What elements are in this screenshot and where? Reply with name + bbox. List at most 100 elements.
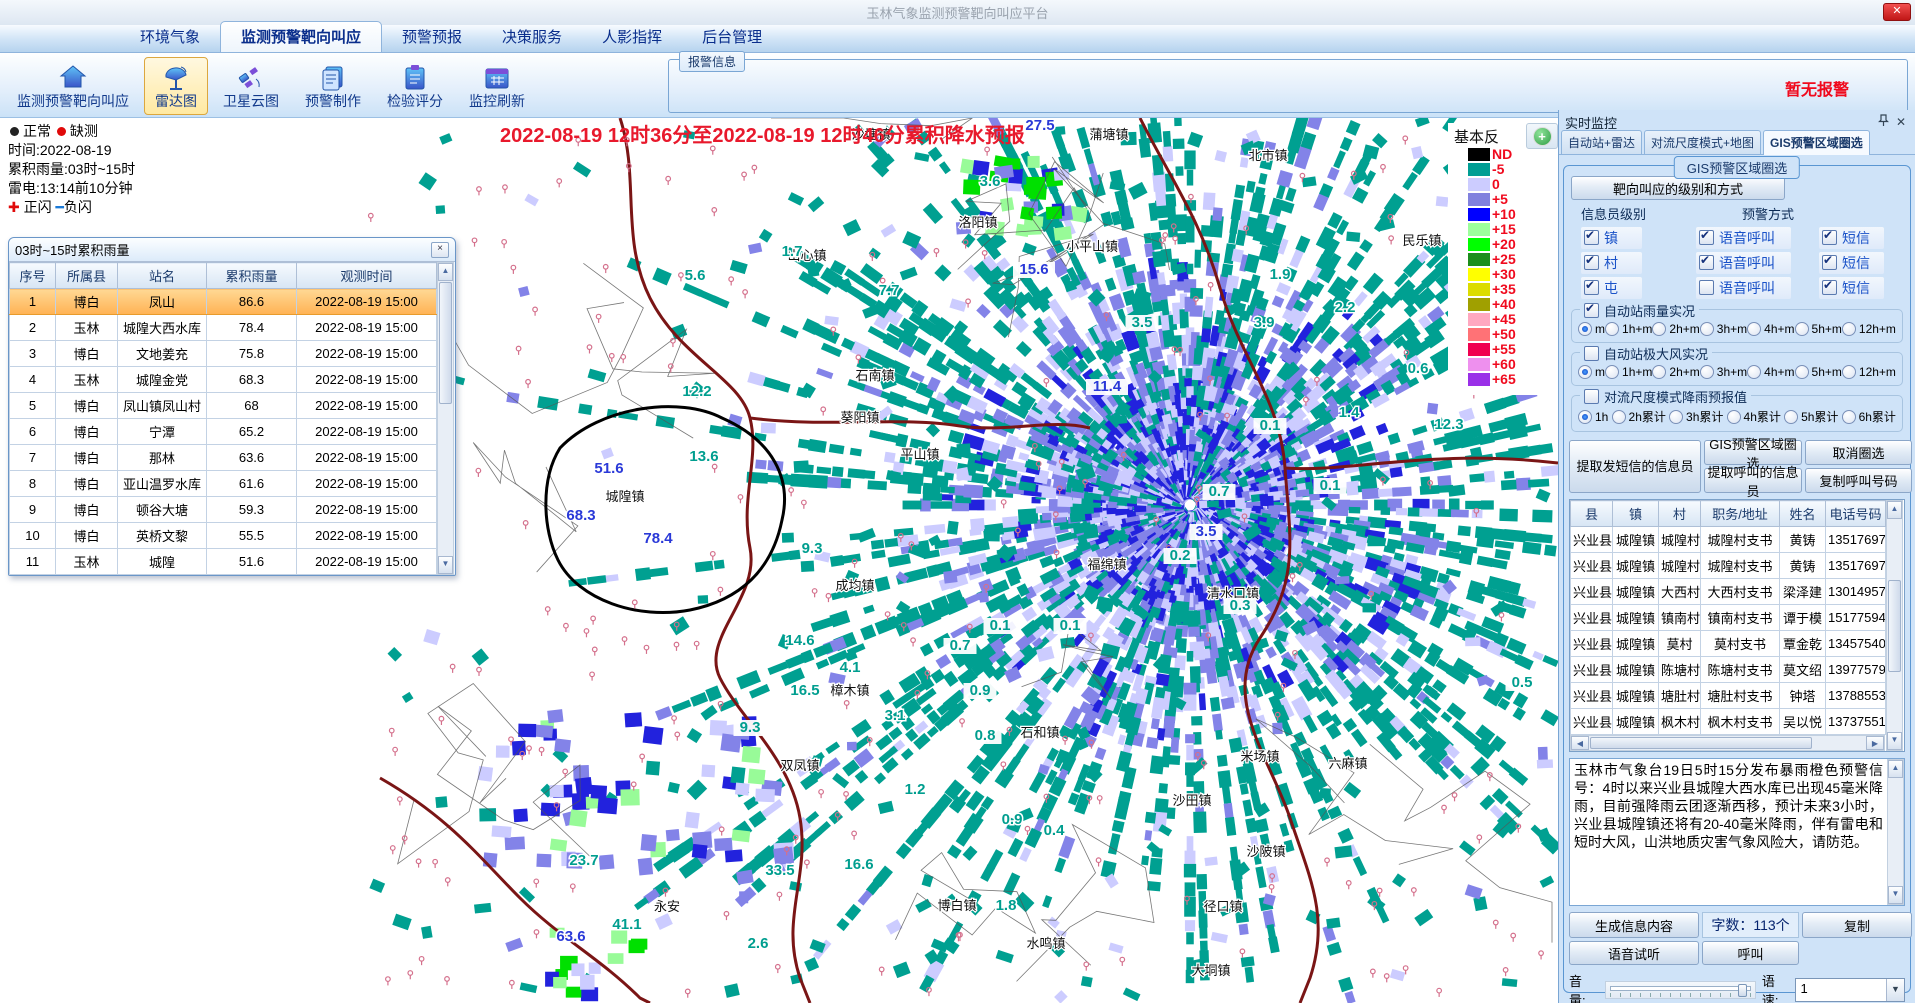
radio-option-2h+m[interactable]: 2h+m [1652, 322, 1699, 336]
call-button[interactable]: 呼叫 [1702, 941, 1799, 965]
menu-tab-预警预报[interactable]: 预警预报 [382, 22, 482, 52]
level-checkbox-屯[interactable]: 屯 [1581, 277, 1642, 299]
panel-tab-对流尺度模式+地图[interactable]: 对流尺度模式+地图 [1644, 130, 1761, 154]
rain-table-row[interactable]: 5博白凤山镇凤山村682022-08-19 15:00 [10, 393, 437, 419]
rain-col-header[interactable]: 序号 [10, 263, 56, 289]
scroll-down-icon[interactable]: ▼ [1887, 732, 1902, 750]
contact-table-row[interactable]: 兴业县城隍镇大西村大西村支书梁泽建1301495711 [1571, 579, 1886, 605]
contact-table-row[interactable]: 兴业县城隍镇城隍村城隍村支书黄铸1351769755 [1571, 527, 1886, 553]
scroll-down-icon[interactable]: ▼ [1888, 886, 1903, 904]
rain-table-row[interactable]: 10博白英桥文黎55.52022-08-19 15:00 [10, 523, 437, 549]
contact-table-row[interactable]: 兴业县城隍镇枫木村枫木村支书吴以悦1373755115 [1571, 709, 1886, 735]
radio-option-2h累计[interactable]: 2h累计 [1612, 408, 1666, 425]
sms-checkbox[interactable]: 短信 [1819, 227, 1884, 249]
menu-tab-决策服务[interactable]: 决策服务 [482, 22, 582, 52]
window-close-button[interactable]: ✕ [1883, 3, 1911, 21]
panel-tab-自动站+雷达[interactable]: 自动站+雷达 [1561, 130, 1642, 154]
radio-option-5h+m[interactable]: 5h+m [1795, 322, 1842, 336]
wind-live-checkbox[interactable] [1584, 346, 1599, 361]
contact-table-hscrollbar[interactable]: ◀ ▶ [1570, 735, 1885, 751]
scroll-left-icon[interactable]: ◀ [1571, 736, 1589, 750]
radio-option-12h+m[interactable]: 12h+m [1842, 365, 1896, 379]
sms-checkbox[interactable]: 短信 [1819, 252, 1884, 274]
menu-tab-后台管理[interactable]: 后台管理 [682, 22, 782, 52]
contact-col-header[interactable]: 电话号码 [1826, 501, 1886, 527]
rain-table-row[interactable]: 2玉林城隍大西水库78.42022-08-19 15:00 [10, 315, 437, 341]
radio-option-1h+m[interactable]: 1h+m [1605, 365, 1652, 379]
toolbar-item-预警制作[interactable]: 预警制作 [294, 57, 372, 115]
contact-table-row[interactable]: 兴业县城隍镇城隍村城隍村支书黄铸1351769755 [1571, 553, 1886, 579]
contact-col-header[interactable]: 镇 [1613, 501, 1659, 527]
scroll-up-icon[interactable]: ▲ [1887, 501, 1902, 519]
rain-table-row[interactable]: 4玉林城隍金党68.32022-08-19 15:00 [10, 367, 437, 393]
radio-option-1h+m[interactable]: 1h+m [1605, 322, 1652, 336]
radio-option-4h+m[interactable]: 4h+m [1747, 365, 1794, 379]
panel-tab-GIS预警区域圈选[interactable]: GIS预警区域圈选 [1763, 130, 1870, 155]
contact-table-row[interactable]: 兴业县城隍镇镇南村镇南村支书谭于模1517759466 [1571, 605, 1886, 631]
slider-thumb[interactable] [1738, 984, 1747, 997]
contact-col-header[interactable]: 职务/地址 [1701, 501, 1780, 527]
rain-table-row[interactable]: 11玉林城隍51.62022-08-19 15:00 [10, 549, 437, 575]
rain-table-row[interactable]: 3博白文地姜充75.82022-08-19 15:00 [10, 341, 437, 367]
radio-option-3h+m[interactable]: 3h+m [1700, 322, 1747, 336]
copy-numbers-button[interactable]: 复制呼叫号码 [1805, 468, 1912, 493]
radio-option-2h+m[interactable]: 2h+m [1652, 365, 1699, 379]
rain-table-row[interactable]: 8博白亚山温罗水库61.62022-08-19 15:00 [10, 471, 437, 497]
contact-col-header[interactable]: 县 [1571, 501, 1613, 527]
contact-col-header[interactable]: 村 [1659, 501, 1701, 527]
level-checkbox-村[interactable]: 村 [1581, 252, 1642, 274]
radio-option-4h+m[interactable]: 4h+m [1747, 322, 1794, 336]
toolbar-item-雷达图[interactable]: 雷达图 [144, 57, 208, 115]
menu-tab-人影指挥[interactable]: 人影指挥 [582, 22, 682, 52]
radio-option-5h+m[interactable]: 5h+m [1795, 365, 1842, 379]
contact-table-row[interactable]: 兴业县城隍镇塘肚村塘肚村支书钟塔1378855345 [1571, 683, 1886, 709]
toolbar-item-监控刷新[interactable]: 监控刷新 [458, 57, 536, 115]
voice-call-checkbox[interactable]: 语音呼叫 [1696, 277, 1791, 299]
rain-col-header[interactable]: 观测时间 [297, 263, 437, 289]
radio-option-m[interactable]: m [1578, 322, 1605, 336]
radio-option-1h[interactable]: 1h [1578, 410, 1608, 424]
voice-call-checkbox[interactable]: 语音呼叫 [1696, 227, 1791, 249]
volume-slider[interactable] [1605, 981, 1756, 999]
rain-table-scrollbar[interactable]: ▲ ▼ [437, 262, 454, 575]
call-level-mode-button[interactable]: 靶向叫应的级别和方式 [1571, 176, 1785, 200]
contact-table-row[interactable]: 兴业县城隍镇陈塘村陈塘村支书莫文绍1397757966 [1571, 657, 1886, 683]
scroll-thumb[interactable] [1590, 737, 1812, 749]
generate-message-button[interactable]: 生成信息内容 [1569, 912, 1699, 938]
scroll-up-icon[interactable]: ▲ [1888, 760, 1903, 778]
rain-col-header[interactable]: 累积雨量 [207, 263, 297, 289]
extract-sms-button[interactable]: 提取发短信的信息员 [1569, 440, 1701, 493]
cancel-select-button[interactable]: 取消圈选 [1805, 440, 1912, 465]
scroll-right-icon[interactable]: ▶ [1866, 736, 1884, 750]
radio-option-3h+m[interactable]: 3h+m [1700, 365, 1747, 379]
scroll-thumb[interactable] [439, 282, 452, 404]
radio-option-12h+m[interactable]: 12h+m [1842, 322, 1896, 336]
voice-audition-button[interactable]: 语音试听 [1569, 941, 1699, 965]
extract-call-button[interactable]: 提取呼叫的信息员 [1704, 468, 1802, 493]
toolbar-item-监测预警靶向叫应[interactable]: 监测预警靶向叫应 [6, 57, 140, 115]
radar-map-area[interactable]: 沙塘镇蒲塘镇北市镇洛阳镇小平山镇民乐镇山心镇石南镇葵阳镇平山镇城隍镇福绵镇清水口… [0, 118, 1558, 1003]
radio-option-m[interactable]: m [1578, 365, 1605, 379]
toolbar-item-卫星云图[interactable]: 卫星云图 [212, 57, 290, 115]
scroll-up-icon[interactable]: ▲ [438, 263, 453, 281]
sms-checkbox[interactable]: 短信 [1819, 277, 1884, 299]
radio-option-4h累计[interactable]: 4h累计 [1727, 408, 1781, 425]
level-checkbox-镇[interactable]: 镇 [1581, 227, 1642, 249]
legend-plus-button[interactable]: + [1526, 123, 1558, 149]
rain-window-close-icon[interactable]: × [431, 242, 449, 258]
speed-combobox[interactable]: 1 ▼ [1795, 978, 1905, 1002]
voice-call-checkbox[interactable]: 语音呼叫 [1696, 252, 1791, 274]
forecast-checkbox[interactable] [1584, 389, 1599, 404]
message-scrollbar[interactable]: ▲ ▼ [1887, 759, 1904, 905]
pin-icon[interactable] [1875, 114, 1891, 130]
chevron-down-icon[interactable]: ▼ [1886, 979, 1904, 1001]
contact-table-vscrollbar[interactable]: ▲ ▼ [1886, 500, 1903, 751]
radio-option-3h累计[interactable]: 3h累计 [1669, 408, 1723, 425]
contact-table-row[interactable]: 兴业县城隍镇莫村莫村支书覃金乾1345754055 [1571, 631, 1886, 657]
rain-table-row[interactable]: 1博白凤山86.62022-08-19 15:00 [10, 289, 437, 315]
rain-table-row[interactable]: 7博白那林63.62022-08-19 15:00 [10, 445, 437, 471]
scroll-thumb[interactable] [1888, 580, 1901, 672]
menu-tab-环境气象[interactable]: 环境气象 [120, 22, 220, 52]
rain-window-titlebar[interactable]: 03时~15时累积雨量 × [9, 238, 455, 262]
rain-col-header[interactable]: 所属县 [56, 263, 118, 289]
